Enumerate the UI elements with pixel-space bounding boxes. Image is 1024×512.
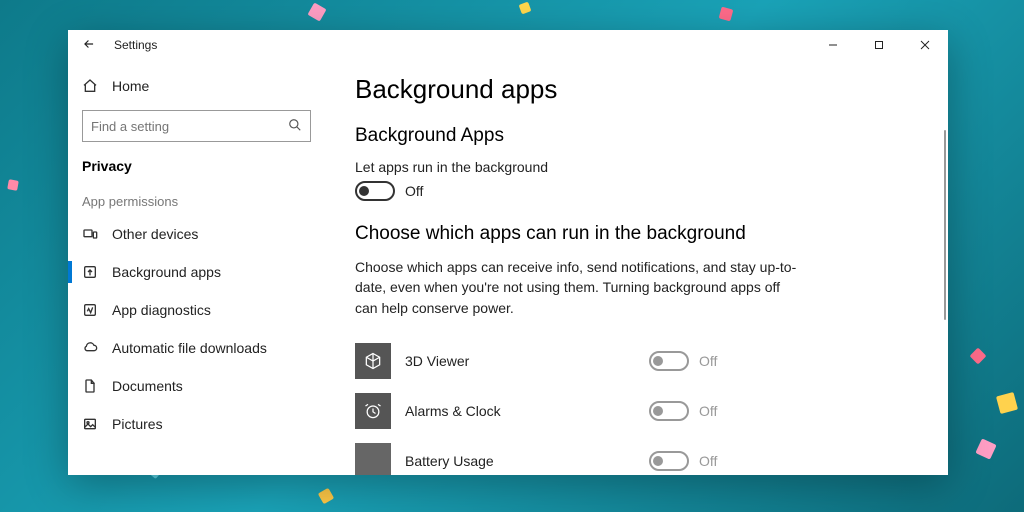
minimize-button[interactable] (810, 30, 856, 60)
sidebar: Home Privacy App permissions Other devic… (68, 60, 325, 475)
3d-viewer-icon (355, 343, 391, 379)
app-toggle-state: Off (699, 453, 717, 469)
app-row: 3D Viewer Off (355, 336, 918, 386)
subheading-1: Background Apps (355, 125, 918, 147)
maximize-button[interactable] (856, 30, 902, 60)
sidebar-item-pictures[interactable]: Pictures (68, 405, 325, 443)
app-name: Alarms & Clock (405, 403, 635, 419)
app-name: 3D Viewer (405, 353, 635, 369)
close-button[interactable] (902, 30, 948, 60)
app-row: Battery Usage Off (355, 436, 918, 475)
devices-icon (82, 226, 98, 242)
background-apps-icon (82, 264, 98, 280)
sidebar-item-auto-downloads[interactable]: Automatic file downloads (68, 329, 325, 367)
section-heading: Privacy (68, 152, 325, 188)
titlebar: Settings (68, 30, 948, 60)
subheading-2: Choose which apps can run in the backgro… (355, 223, 918, 245)
battery-usage-icon (355, 443, 391, 475)
page-title: Background apps (355, 74, 918, 105)
master-toggle-state: Off (405, 183, 423, 199)
home-icon (82, 78, 98, 94)
home-label: Home (112, 78, 149, 94)
back-button[interactable] (82, 37, 96, 54)
sidebar-item-app-diagnostics[interactable]: App diagnostics (68, 291, 325, 329)
cloud-icon (82, 340, 98, 356)
group-label: App permissions (68, 188, 325, 215)
app-toggle-state: Off (699, 353, 717, 369)
window-title: Settings (114, 38, 157, 52)
content-pane: Background apps Background Apps Let apps… (325, 60, 948, 475)
search-input[interactable] (91, 119, 288, 134)
search-box[interactable] (82, 110, 311, 142)
app-toggle-state: Off (699, 403, 717, 419)
nav-label: Documents (112, 378, 183, 394)
app-row: Alarms & Clock Off (355, 386, 918, 436)
nav-label: App diagnostics (112, 302, 211, 318)
diagnostics-icon (82, 302, 98, 318)
sidebar-item-documents[interactable]: Documents (68, 367, 325, 405)
app-toggle[interactable] (649, 451, 689, 471)
alarms-clock-icon (355, 393, 391, 429)
nav-label: Background apps (112, 264, 221, 280)
app-toggle[interactable] (649, 351, 689, 371)
nav-label: Pictures (112, 416, 163, 432)
app-name: Battery Usage (405, 453, 635, 469)
settings-window: Settings Home Privacy App permissions Ot… (68, 30, 948, 475)
document-icon (82, 378, 98, 394)
home-nav[interactable]: Home (68, 70, 325, 102)
master-toggle-label: Let apps run in the background (355, 159, 918, 175)
description-paragraph: Choose which apps can receive info, send… (355, 257, 805, 318)
sidebar-item-background-apps[interactable]: Background apps (68, 253, 325, 291)
nav-label: Automatic file downloads (112, 340, 267, 356)
pictures-icon (82, 416, 98, 432)
app-toggle[interactable] (649, 401, 689, 421)
nav-label: Other devices (112, 226, 198, 242)
master-toggle[interactable] (355, 181, 395, 201)
scrollbar[interactable] (944, 130, 946, 320)
sidebar-item-other-devices[interactable]: Other devices (68, 215, 325, 253)
search-icon (288, 118, 302, 135)
